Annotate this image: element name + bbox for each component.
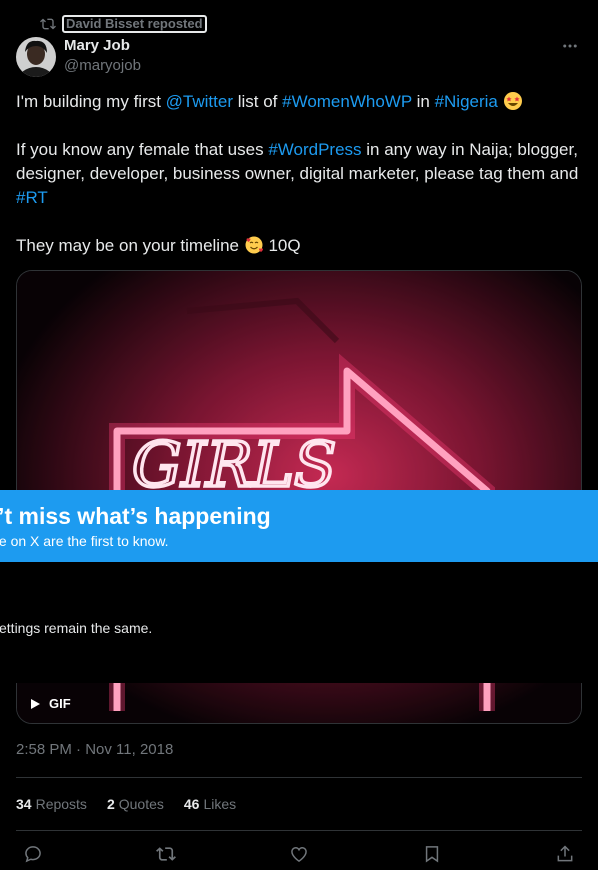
bookmark-button[interactable] <box>415 842 449 866</box>
hashtag-link[interactable]: #WordPress <box>268 140 361 159</box>
repost-context[interactable]: David Bisset reposted <box>40 14 207 34</box>
login-prompt-banner[interactable]: n’t miss what’s happening ple on X are t… <box>0 490 598 562</box>
banner-subtitle: ple on X are the first to know. <box>0 533 169 549</box>
engagement-stats: 34 Reposts 2 Quotes 46 Likes <box>16 794 236 814</box>
author-block: Mary Job @maryojob <box>64 36 141 76</box>
divider <box>16 777 582 778</box>
smiling-hearts-emoji-icon <box>245 236 263 254</box>
repost-icon <box>156 847 176 861</box>
mention-link[interactable]: @Twitter <box>166 92 233 111</box>
more-icon <box>563 44 577 48</box>
tweet-line-3: They may be on your timeline 10Q <box>16 236 301 255</box>
like-button[interactable] <box>282 842 316 866</box>
like-icon <box>291 846 307 862</box>
tweet-line-1: I'm building my first @Twitter list of #… <box>16 90 586 114</box>
author-name[interactable]: Mary Job <box>64 36 141 56</box>
hashtag-link[interactable]: #WomenWhoWP <box>282 92 412 111</box>
repost-button[interactable] <box>149 842 183 866</box>
tweet-line-2: If you know any female that uses #WordPr… <box>16 140 579 207</box>
author-handle[interactable]: @maryojob <box>64 56 141 76</box>
play-icon <box>31 698 40 709</box>
divider <box>16 830 582 831</box>
reposts-stat[interactable]: 34 Reposts <box>16 794 87 814</box>
tweet-timestamp[interactable]: 2:58 PM · Nov 11, 2018 <box>16 740 173 760</box>
tweet-text: I'm building my first @Twitter list of #… <box>16 90 586 258</box>
banner-title: n’t miss what’s happening <box>0 503 271 529</box>
action-bar <box>16 842 582 866</box>
reposter-name[interactable]: David Bisset reposted <box>62 15 207 33</box>
repost-icon <box>40 16 56 32</box>
gif-play-badge[interactable]: GIF <box>29 696 71 711</box>
hashtag-link[interactable]: #RT <box>16 188 48 207</box>
reply-icon <box>25 846 41 863</box>
hashtag-link[interactable]: #Nigeria <box>435 92 498 111</box>
share-icon <box>557 845 573 862</box>
likes-stat[interactable]: 46 Likes <box>184 794 236 814</box>
more-options-button[interactable] <box>558 34 582 58</box>
star-struck-emoji-icon <box>503 92 522 110</box>
share-button[interactable] <box>548 842 582 866</box>
overlay-panel: settings remain the same. <box>0 562 598 683</box>
gif-label: GIF <box>49 696 71 711</box>
reply-button[interactable] <box>16 842 50 866</box>
avatar[interactable] <box>16 37 56 77</box>
bookmark-icon <box>425 846 439 863</box>
overlay-note: settings remain the same. <box>0 620 153 636</box>
quotes-stat[interactable]: 2 Quotes <box>107 794 164 814</box>
